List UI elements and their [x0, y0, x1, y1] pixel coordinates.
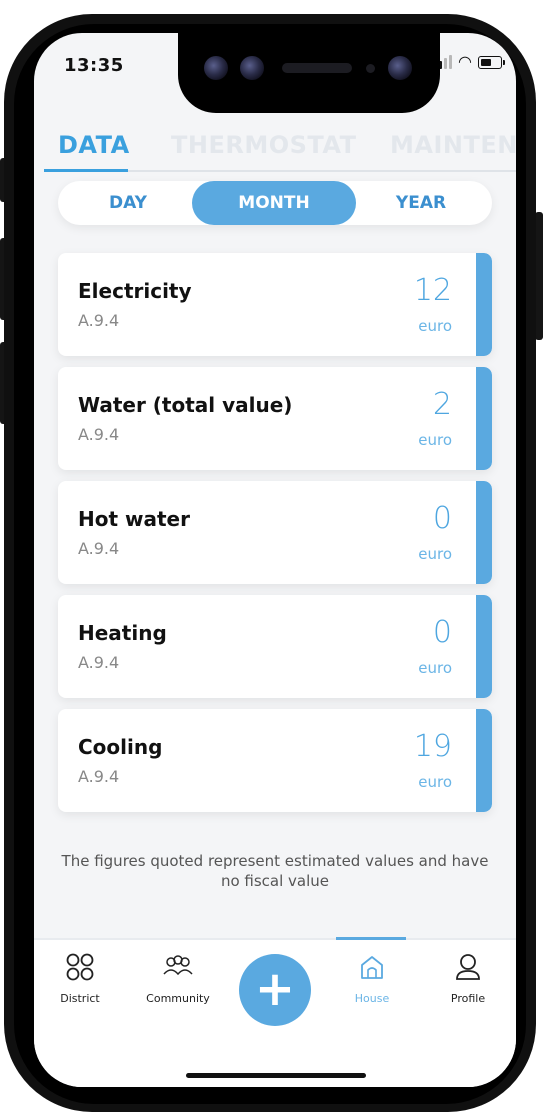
nav-community[interactable]: Community [138, 952, 218, 1005]
user-icon [456, 954, 480, 980]
wifi-icon: ◠ [458, 52, 472, 71]
card-value: 0 [432, 501, 452, 536]
status-time: 13:35 [64, 55, 124, 76]
grid-circles-icon [66, 953, 94, 981]
card-unit: euro [418, 773, 452, 791]
card-unit: euro [418, 431, 452, 449]
nav-profile[interactable]: Profile [428, 952, 508, 1005]
sensor-dot [366, 64, 375, 73]
home-indicator[interactable] [186, 1073, 366, 1078]
house-icon [361, 956, 383, 979]
power-button [535, 212, 543, 340]
consumption-card-cooling[interactable]: Cooling A.9.4 19 euro [58, 709, 492, 812]
nav-label: District [60, 992, 100, 1005]
people-group-icon [163, 955, 193, 976]
tab-maintenance[interactable]: MAINTEN [390, 131, 516, 159]
card-title: Cooling [78, 735, 163, 759]
card-accent-bar [476, 709, 492, 812]
nav-label: Community [146, 992, 210, 1005]
nav-label: Profile [450, 992, 486, 1005]
card-accent-bar [476, 253, 492, 356]
active-nav-indicator [336, 937, 406, 940]
card-title: Heating [78, 621, 167, 645]
tab-thermostat[interactable]: THERMOSTAT [171, 131, 357, 159]
card-accent-bar [476, 481, 492, 584]
tab-data[interactable]: DATA [58, 131, 130, 159]
period-year-button[interactable]: YEAR [356, 181, 486, 225]
plus-icon: + [254, 961, 296, 1017]
card-code: A.9.4 [78, 767, 120, 786]
card-accent-bar [476, 367, 492, 470]
card-title: Hot water [78, 507, 190, 531]
card-unit: euro [418, 545, 452, 563]
period-selector: DAY MONTH YEAR [58, 181, 492, 225]
card-value: 2 [432, 387, 452, 422]
nav-district[interactable]: District [40, 952, 120, 1005]
card-title: Electricity [78, 279, 192, 303]
battery-icon [478, 55, 505, 69]
front-camera-icon [388, 56, 412, 80]
period-month-button[interactable]: MONTH [192, 181, 356, 225]
card-unit: euro [418, 317, 452, 335]
card-unit: euro [418, 659, 452, 677]
card-code: A.9.4 [78, 425, 120, 444]
nav-house[interactable]: House [332, 952, 412, 1005]
card-value: 19 [413, 729, 452, 764]
status-icons: ◠ [434, 52, 505, 71]
card-title: Water (total value) [78, 393, 293, 417]
card-code: A.9.4 [78, 653, 120, 672]
consumption-card-heating[interactable]: Heating A.9.4 0 euro [58, 595, 492, 698]
disclaimer-text: The figures quoted represent estimated v… [61, 852, 489, 890]
active-tab-indicator [44, 169, 128, 172]
consumption-card-electricity[interactable]: Electricity A.9.4 12 euro [58, 253, 492, 356]
card-code: A.9.4 [78, 311, 120, 330]
bottom-navigation: District Community + House Profile [34, 937, 516, 1087]
app-screen: 13:35 ◠ DATA THERMOSTAT MAINTEN DAY MONT… [34, 33, 516, 1087]
nav-label: House [354, 992, 390, 1005]
card-value: 0 [432, 615, 452, 650]
add-button[interactable]: + [239, 954, 311, 1026]
camera-icon [204, 56, 228, 80]
speaker-grille [282, 63, 352, 73]
camera-icon [240, 56, 264, 80]
consumption-card-hot-water[interactable]: Hot water A.9.4 0 euro [58, 481, 492, 584]
card-code: A.9.4 [78, 539, 120, 558]
card-value: 12 [413, 273, 452, 308]
period-day-button[interactable]: DAY [64, 181, 192, 225]
top-tabs: DATA THERMOSTAT MAINTEN [56, 125, 516, 175]
notch [178, 33, 440, 113]
card-accent-bar [476, 595, 492, 698]
consumption-card-water[interactable]: Water (total value) A.9.4 2 euro [58, 367, 492, 470]
